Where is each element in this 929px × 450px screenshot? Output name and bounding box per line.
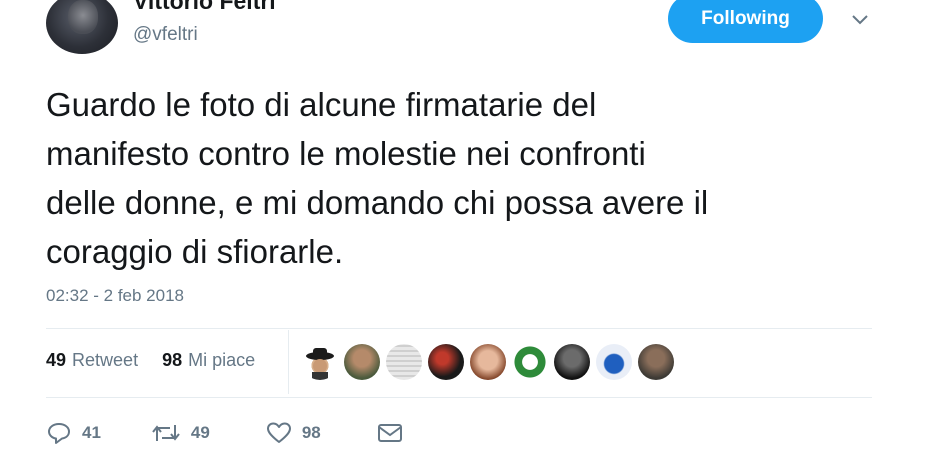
direct-message-button[interactable] <box>377 422 403 444</box>
liker-avatar[interactable] <box>512 344 548 380</box>
display-name[interactable]: Vittorio Feltri <box>133 0 276 15</box>
like-count: 98 <box>301 423 321 442</box>
reply-button[interactable]: 41 <box>46 421 101 445</box>
retweets-label[interactable]: Retweet <box>72 350 138 371</box>
tweet-line: coraggio di sfiorarle. <box>46 233 344 270</box>
tweet-timestamp[interactable]: 02:32 - 2 feb 2018 <box>46 286 184 306</box>
tweet-line: delle donne, e mi domando chi possa aver… <box>46 184 709 221</box>
tweet-line: manifesto contro le molestie nei confron… <box>46 135 646 172</box>
liker-avatar[interactable] <box>554 344 590 380</box>
like-button[interactable]: 98 <box>266 421 321 445</box>
liker-avatar[interactable] <box>302 344 338 380</box>
tweet-line: Guardo le foto di alcune firmatarie del <box>46 86 597 123</box>
tweet-actions: 41 49 98 <box>46 418 403 448</box>
chevron-down-icon[interactable] <box>849 8 871 30</box>
liker-avatar[interactable] <box>386 344 422 380</box>
liker-avatar[interactable] <box>638 344 674 380</box>
avatar[interactable] <box>46 0 118 54</box>
stats-separator <box>288 330 289 394</box>
following-button[interactable]: Following <box>668 0 823 43</box>
liker-avatar[interactable] <box>596 344 632 380</box>
liker-avatars <box>302 344 674 380</box>
divider <box>46 328 872 329</box>
reply-count: 41 <box>82 423 101 442</box>
retweets-count[interactable]: 49 <box>46 350 66 371</box>
liker-avatar[interactable] <box>470 344 506 380</box>
reply-icon <box>48 423 70 444</box>
likes-label[interactable]: Mi piace <box>188 350 255 371</box>
liker-avatar[interactable] <box>428 344 464 380</box>
retweet-count: 49 <box>190 423 210 442</box>
retweet-icon <box>152 425 180 441</box>
heart-icon <box>266 422 291 443</box>
envelope-icon <box>377 424 402 442</box>
divider <box>46 397 872 398</box>
likes-count[interactable]: 98 <box>162 350 182 371</box>
user-handle[interactable]: @vfeltri <box>133 24 198 46</box>
tweet-text: Guardo le foto di alcune firmatarie del … <box>46 80 896 276</box>
tweet-stats: 49 Retweet 98 Mi piace <box>46 350 255 371</box>
retweet-button[interactable]: 49 <box>151 421 210 445</box>
liker-avatar[interactable] <box>344 344 380 380</box>
